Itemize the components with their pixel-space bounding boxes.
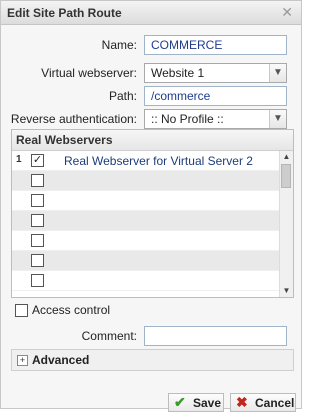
scroll-up-icon[interactable]: ▲ bbox=[280, 151, 293, 163]
row-checkbox[interactable] bbox=[31, 274, 44, 287]
advanced-section-toggle[interactable]: + Advanced bbox=[11, 349, 294, 371]
row-number: 1 bbox=[16, 154, 22, 165]
access-control-checkbox[interactable] bbox=[15, 304, 28, 317]
access-control-label: Access control bbox=[32, 303, 111, 317]
name-label: Name: bbox=[101, 38, 137, 52]
reverse-authentication-select[interactable]: :: No Profile :: ▼ bbox=[144, 109, 287, 129]
row-label: Real Webserver for Virtual Server 2 bbox=[64, 154, 253, 168]
row-checkbox[interactable] bbox=[31, 194, 44, 207]
row-checkbox[interactable] bbox=[31, 234, 44, 247]
comment-input[interactable] bbox=[144, 326, 287, 346]
virtual-webserver-value: Website 1 bbox=[151, 66, 205, 80]
real-webservers-panel: Real Webservers 1 ✓ Real Webserver for V… bbox=[11, 129, 294, 298]
row-checkbox[interactable]: ✓ bbox=[31, 154, 44, 167]
x-icon: ✖ bbox=[236, 394, 248, 410]
path-input[interactable]: /commerce bbox=[144, 86, 287, 106]
cancel-label: Cancel bbox=[255, 396, 295, 410]
path-label: Path: bbox=[108, 89, 137, 103]
close-icon[interactable]: ✕ bbox=[281, 4, 293, 21]
dialog-titlebar: Edit Site Path Route ✕ bbox=[1, 1, 301, 25]
real-webservers-header: Real Webservers bbox=[12, 130, 293, 151]
chevron-down-icon[interactable]: ▼ bbox=[269, 110, 286, 128]
advanced-label: Advanced bbox=[32, 353, 90, 367]
name-input[interactable]: COMMERCE bbox=[144, 35, 287, 55]
virtual-webserver-select[interactable]: Website 1 ▼ bbox=[144, 63, 287, 83]
list-item[interactable] bbox=[12, 231, 281, 251]
row-checkbox[interactable] bbox=[31, 174, 44, 187]
dialog-title: Edit Site Path Route bbox=[7, 6, 122, 20]
virtual-webserver-label: Virtual webserver: bbox=[41, 66, 137, 80]
row-checkbox[interactable] bbox=[31, 214, 44, 227]
comment-label: Comment: bbox=[81, 329, 137, 343]
checkmark-icon: ✔ bbox=[174, 394, 186, 410]
list-item[interactable] bbox=[12, 251, 281, 271]
row-checkbox[interactable] bbox=[31, 254, 44, 267]
reverse-authentication-value: :: No Profile :: bbox=[151, 112, 224, 126]
save-label: Save bbox=[193, 396, 222, 410]
edit-site-path-route-dialog: Edit Site Path Route ✕ Name: COMMERCE Vi… bbox=[0, 0, 302, 412]
list-item[interactable] bbox=[12, 191, 281, 211]
scroll-down-icon[interactable]: ▼ bbox=[280, 285, 293, 297]
scrollbar-thumb[interactable] bbox=[281, 164, 291, 188]
chevron-down-icon[interactable]: ▼ bbox=[269, 64, 286, 82]
list-scrollbar[interactable]: ▲ ▼ bbox=[279, 151, 293, 297]
list-item[interactable] bbox=[12, 171, 281, 191]
list-item[interactable] bbox=[12, 271, 281, 291]
real-webservers-list: 1 ✓ Real Webserver for Virtual Server 2 bbox=[12, 151, 281, 291]
list-item[interactable] bbox=[12, 211, 281, 231]
save-button[interactable]: ✔ Save bbox=[168, 393, 224, 412]
plus-icon[interactable]: + bbox=[17, 355, 28, 366]
cancel-button[interactable]: ✖ Cancel bbox=[230, 393, 296, 412]
list-item[interactable]: 1 ✓ Real Webserver for Virtual Server 2 bbox=[12, 151, 281, 171]
reverse-authentication-label: Reverse authentication: bbox=[10, 112, 137, 126]
